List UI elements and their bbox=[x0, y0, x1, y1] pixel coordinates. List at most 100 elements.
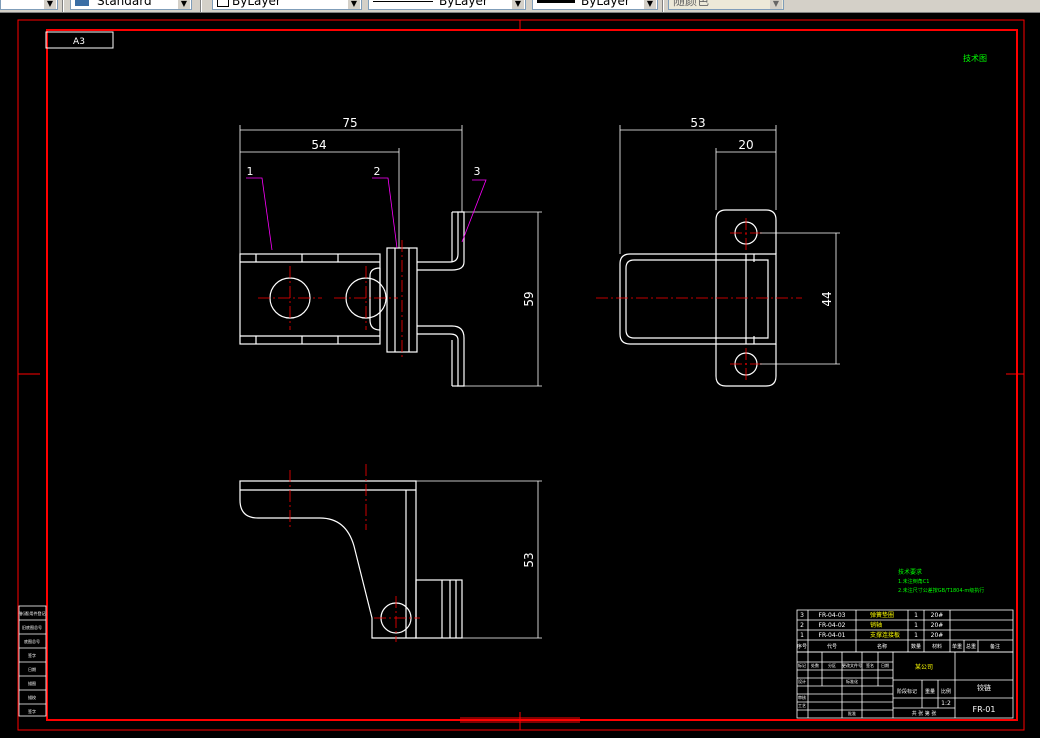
chevron-down-icon: ▼ bbox=[644, 0, 656, 9]
svg-text:描校: 描校 bbox=[28, 694, 36, 700]
svg-text:共 张 第 张: 共 张 第 张 bbox=[912, 710, 937, 717]
svg-text:某公司: 某公司 bbox=[915, 664, 933, 671]
side-view-centerlines bbox=[596, 218, 802, 380]
svg-text:技术要求: 技术要求 bbox=[898, 568, 922, 576]
svg-text:总重: 总重 bbox=[966, 643, 976, 650]
lineweight-sample bbox=[537, 0, 575, 3]
drawing-canvas[interactable]: A3 技术图 75 54 59 1 2 3 53 20 44 53 技术要求 1… bbox=[0, 12, 1040, 738]
svg-text:销轴: 销轴 bbox=[870, 621, 882, 629]
dim-front-height: 59 bbox=[522, 291, 536, 306]
balloon-leaders bbox=[246, 177, 487, 251]
svg-text:1: 1 bbox=[914, 632, 918, 639]
svg-text:20#: 20# bbox=[931, 612, 944, 619]
svg-text:标记: 标记 bbox=[798, 662, 806, 668]
svg-text:日期: 日期 bbox=[28, 666, 36, 672]
previous-dropdown[interactable]: ▼ bbox=[0, 0, 58, 10]
chevron-down-icon: ▼ bbox=[178, 0, 190, 9]
svg-text:比例: 比例 bbox=[941, 688, 951, 695]
linetype-value: ByLayer bbox=[439, 0, 488, 8]
dim-side-inner-width: 20 bbox=[738, 138, 753, 152]
svg-text:FR-04-02: FR-04-02 bbox=[819, 622, 846, 629]
linetype-sample bbox=[373, 1, 433, 2]
svg-text:序号: 序号 bbox=[797, 643, 807, 650]
color-value: ByLayer bbox=[232, 0, 281, 8]
lineweight-value: ByLayer bbox=[581, 0, 630, 8]
svg-text:描图: 描图 bbox=[28, 680, 36, 686]
balloon-3: 3 bbox=[474, 165, 481, 178]
svg-text:重量: 重量 bbox=[925, 688, 935, 695]
svg-text:材料: 材料 bbox=[932, 643, 942, 650]
svg-text:2.未注尺寸公差按GB/T1804-m级执行: 2.未注尺寸公差按GB/T1804-m级执行 bbox=[898, 587, 984, 594]
bom-row: 2 FR-04-02 销轴 1 20# bbox=[800, 621, 943, 629]
toolbar-separator bbox=[62, 0, 64, 12]
svg-text:备注: 备注 bbox=[990, 643, 1000, 650]
toolbar-separator bbox=[200, 0, 202, 12]
svg-text:签字: 签字 bbox=[28, 708, 36, 714]
bottom-view-centerlines bbox=[289, 464, 420, 642]
svg-text:日期: 日期 bbox=[881, 662, 889, 668]
svg-text:旧底图总号: 旧底图总号 bbox=[22, 624, 42, 630]
bom-rows: 3 FR-04-03 弹簧垫圈 1 20# 2 FR-04-02 销轴 1 20… bbox=[797, 611, 1000, 650]
svg-text:数量: 数量 bbox=[911, 643, 921, 650]
text-style-icon bbox=[75, 0, 89, 6]
front-view bbox=[239, 211, 465, 387]
svg-text:名称: 名称 bbox=[877, 643, 887, 650]
scale-value: 1:2 bbox=[941, 700, 951, 707]
svg-text:批准: 批准 bbox=[848, 710, 856, 716]
svg-text:1.未注倒角C1: 1.未注倒角C1 bbox=[898, 578, 929, 585]
linetype-dropdown[interactable]: ByLayer ▼ bbox=[368, 0, 526, 10]
svg-text:工艺: 工艺 bbox=[798, 703, 806, 708]
svg-text:20#: 20# bbox=[931, 622, 944, 629]
svg-text:1: 1 bbox=[914, 622, 918, 629]
svg-text:代号: 代号 bbox=[827, 643, 837, 650]
svg-text:签字: 签字 bbox=[28, 652, 36, 658]
dim-side-total-width: 53 bbox=[690, 116, 705, 130]
svg-text:阶段标记: 阶段标记 bbox=[897, 688, 917, 695]
svg-text:审核: 审核 bbox=[798, 694, 806, 700]
svg-text:2: 2 bbox=[800, 622, 804, 629]
lineweight-dropdown[interactable]: ByLayer ▼ bbox=[532, 0, 658, 10]
svg-text:A3: A3 bbox=[73, 37, 85, 47]
chevron-down-icon: ▼ bbox=[348, 0, 360, 9]
side-dimensions bbox=[619, 125, 840, 365]
svg-text:支撑连接板: 支撑连接板 bbox=[870, 631, 900, 639]
svg-text:设计: 设计 bbox=[798, 678, 806, 684]
part-name: 铰链 bbox=[977, 683, 991, 692]
svg-text:签名: 签名 bbox=[866, 662, 874, 668]
technical-requirements: 技术要求 1.未注倒角C1 2.未注尺寸公差按GB/T1804-m级执行 bbox=[898, 568, 984, 594]
svg-text:借(通)用件登记: 借(通)用件登记 bbox=[18, 610, 45, 616]
color-swatch-icon bbox=[217, 0, 229, 7]
bottom-view bbox=[239, 480, 463, 639]
dim-front-total-width: 75 bbox=[342, 116, 357, 130]
toolbar-separator bbox=[662, 0, 664, 12]
dim-bottom-height: 53 bbox=[522, 552, 536, 567]
svg-text:3: 3 bbox=[800, 612, 804, 619]
plotstyle-value: 随颜色 bbox=[673, 0, 710, 8]
svg-text:标准化: 标准化 bbox=[846, 678, 858, 684]
svg-text:分区: 分区 bbox=[828, 662, 836, 668]
sheet-size-label: A3 bbox=[45, 31, 114, 49]
bom-row: 1 FR-04-01 支撑连接板 1 20# bbox=[800, 631, 943, 639]
svg-text:1: 1 bbox=[800, 632, 804, 639]
dim-side-height: 44 bbox=[820, 291, 834, 306]
svg-text:FR-04-03: FR-04-03 bbox=[819, 612, 846, 619]
plotstyle-dropdown[interactable]: 随颜色 ▼ bbox=[668, 0, 784, 10]
svg-text:1: 1 bbox=[914, 612, 918, 619]
top-right-note: 技术图 bbox=[963, 53, 987, 63]
chevron-down-icon: ▼ bbox=[44, 0, 56, 9]
chevron-down-icon: ▼ bbox=[770, 0, 782, 9]
svg-text:底图总号: 底图总号 bbox=[24, 638, 40, 644]
text-style-dropdown[interactable]: Standard ▼ bbox=[70, 0, 192, 10]
svg-text:20#: 20# bbox=[931, 632, 944, 639]
dim-front-inner-width: 54 bbox=[311, 138, 326, 152]
svg-text:更改文件号: 更改文件号 bbox=[842, 662, 862, 668]
svg-text:处数: 处数 bbox=[811, 662, 819, 668]
balloon-1: 1 bbox=[247, 165, 254, 178]
color-dropdown[interactable]: ByLayer ▼ bbox=[212, 0, 362, 10]
drawing-number: FR-01 bbox=[973, 705, 996, 714]
bom-header-row: 序号 代号 名称 数量 材料 单重 总重 备注 bbox=[797, 643, 1000, 650]
svg-text:FR-04-01: FR-04-01 bbox=[819, 632, 846, 639]
bom-row: 3 FR-04-03 弹簧垫圈 1 20# bbox=[800, 611, 943, 619]
text-style-value: Standard bbox=[97, 0, 152, 8]
chevron-down-icon: ▼ bbox=[512, 0, 524, 9]
